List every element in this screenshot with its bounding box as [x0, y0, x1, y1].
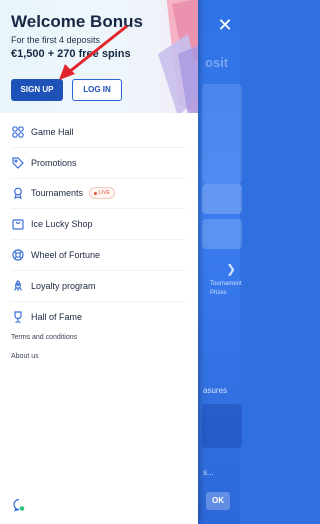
menu-item-label: Wheel of Fortune	[31, 250, 101, 261]
trophy-icon	[11, 310, 25, 324]
menu-item-label: Game Hall	[31, 126, 74, 137]
background-card-text: Tournament	[210, 281, 242, 287]
live-dot-icon	[94, 191, 98, 195]
background-card	[202, 184, 242, 214]
decorative-shape	[158, 0, 198, 113]
tag-icon	[11, 156, 25, 170]
menu-item-label: Loyalty program	[31, 280, 96, 291]
menu-item-label: Promotions	[31, 157, 77, 168]
red-arrow-icon	[59, 24, 128, 80]
ok-button[interactable]: OK	[206, 492, 230, 510]
welcome-bonus-banner: Welcome Bonus For the first 4 deposits €…	[0, 0, 198, 113]
chat-icon[interactable]	[12, 498, 26, 512]
terms-link[interactable]: Terms and conditions	[11, 334, 77, 341]
menu-item-label: Tournaments	[31, 188, 84, 199]
sign-up-button[interactable]: SIGN UP	[11, 79, 63, 101]
menu-item-promotions[interactable]: Promotions	[11, 148, 186, 179]
menu-item-loyalty-program[interactable]: Loyalty program	[11, 271, 186, 302]
rocket-icon	[11, 279, 25, 293]
live-badge: LIVE	[89, 187, 115, 200]
about-link[interactable]: About us	[11, 353, 39, 360]
main-menu: Game Hall Promotions Tournaments LIVE Ic…	[0, 117, 198, 332]
medal-icon	[11, 186, 25, 200]
background-text: s...	[203, 468, 214, 477]
menu-item-game-hall[interactable]: Game Hall	[11, 117, 186, 148]
menu-item-wheel-of-fortune[interactable]: Wheel of Fortune	[11, 240, 186, 271]
menu-item-label: Hall of Fame	[31, 311, 83, 322]
background-text: asures	[203, 386, 228, 395]
background-title: osit	[205, 55, 229, 70]
lifebuoy-icon	[11, 248, 25, 262]
menu-item-tournaments[interactable]: Tournaments LIVE	[11, 179, 186, 210]
game-hall-icon	[11, 125, 25, 139]
chevron-right-icon[interactable]: ❯	[226, 262, 236, 276]
live-badge-label: LIVE	[99, 190, 110, 197]
background-card-text: Prizes	[210, 290, 227, 296]
close-icon[interactable]: ✕	[216, 16, 234, 34]
background-card	[202, 404, 242, 448]
menu-item-ice-lucky-shop[interactable]: Ice Lucky Shop	[11, 209, 186, 241]
menu-item-label: Ice Lucky Shop	[31, 219, 93, 230]
background-card	[202, 84, 242, 184]
shop-icon	[11, 217, 25, 231]
side-drawer: Welcome Bonus For the first 4 deposits €…	[0, 0, 198, 524]
background-card	[202, 219, 242, 249]
log-in-button[interactable]: LOG IN	[72, 79, 122, 101]
menu-item-hall-of-fame[interactable]: Hall of Fame	[11, 302, 186, 332]
